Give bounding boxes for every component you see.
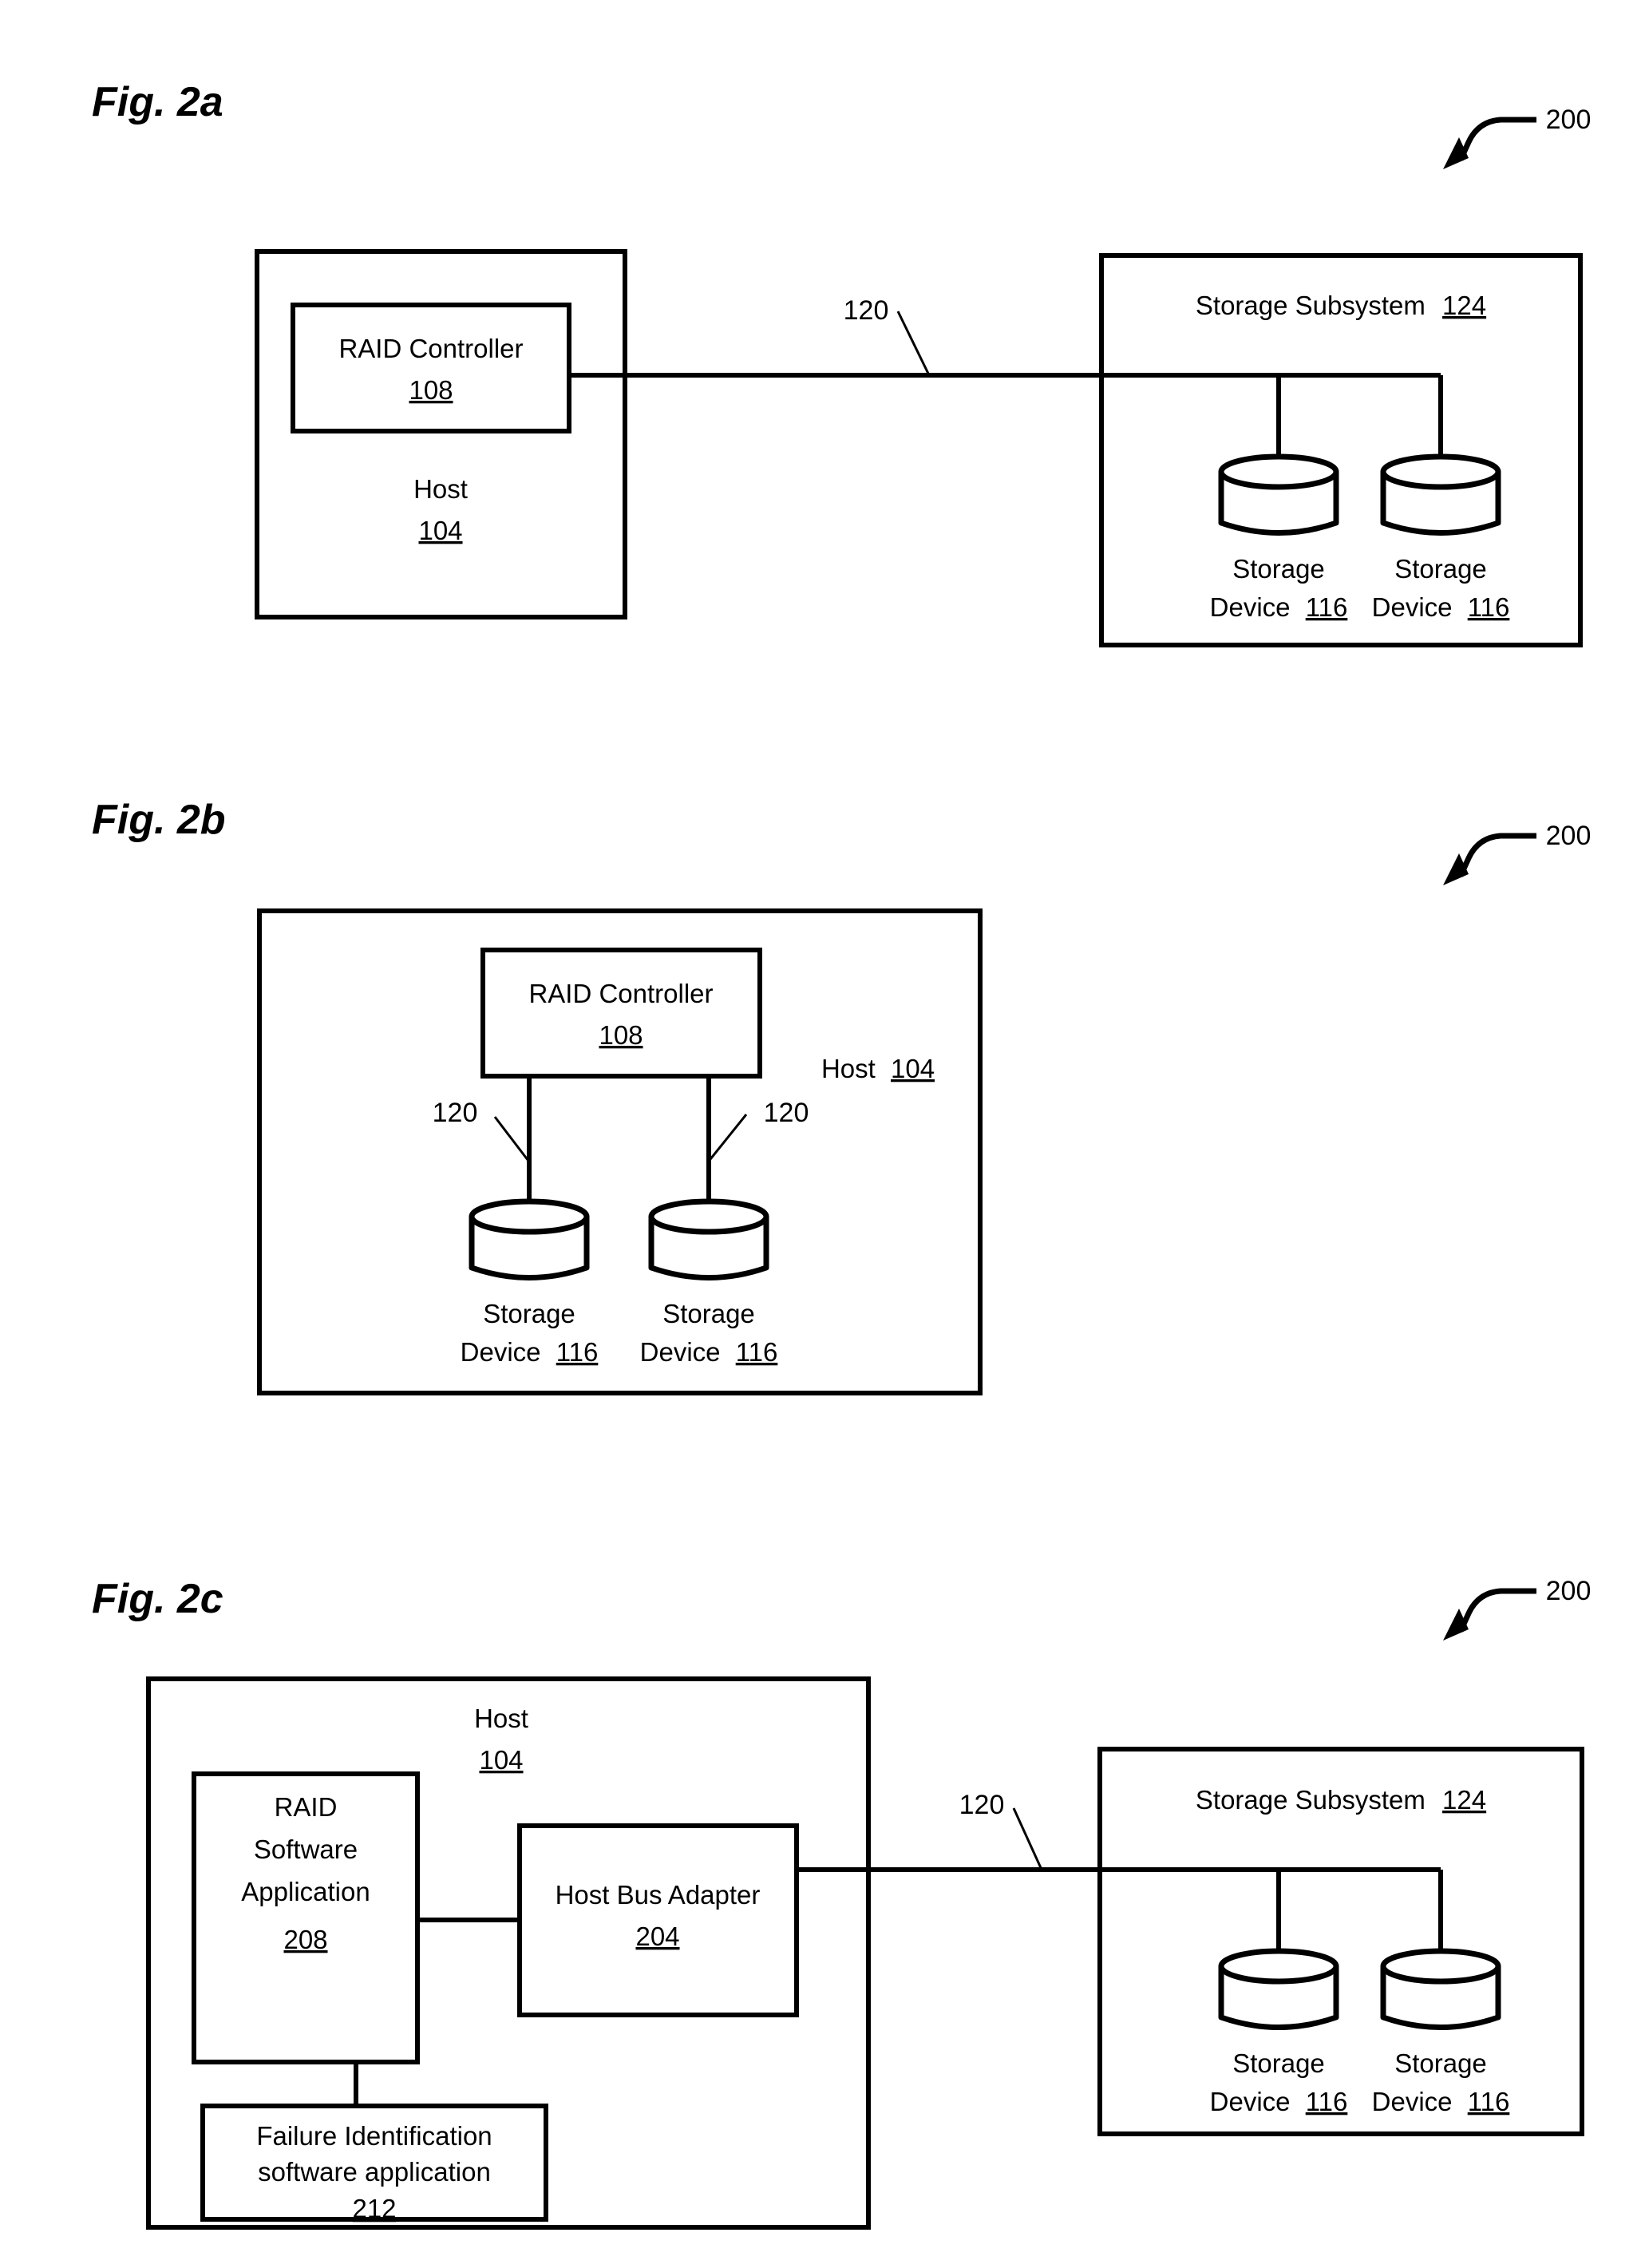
storage-subsystem-title-fig-2c: Storage Subsystem 124 bbox=[1196, 1785, 1486, 1815]
raid-controller-title-fig-2a: RAID Controller bbox=[338, 334, 523, 363]
storage-cylinder-top-icon bbox=[648, 1198, 769, 1235]
storage-device-2-line1-fig-2c: Storage bbox=[1394, 2048, 1487, 2078]
storage-device-2-line2-fig-2c: Device 116 bbox=[1372, 2087, 1510, 2116]
system-ref-200-callout-fig-2b: 200 bbox=[1443, 821, 1591, 885]
link-ref-120-1-fig-2b: 120 bbox=[433, 1098, 478, 1128]
host-bus-adapter-box-fig-2c bbox=[517, 1823, 799, 2017]
callout-arrow-line bbox=[1457, 117, 1536, 161]
host-ref-fig-2a: 104 bbox=[418, 516, 462, 545]
storage-cylinder-top-icon bbox=[1218, 1948, 1339, 1985]
callout-arrowhead-icon bbox=[1443, 1609, 1469, 1641]
patent-figure-sheet: Fig. 2a 200 RAID Controller 108 Host 104… bbox=[92, 79, 1591, 2230]
callout-arrow-line bbox=[1457, 833, 1536, 877]
figure-2b: Fig. 2b 200 RAID Controller 108 Host 104… bbox=[92, 797, 1591, 1395]
storage-cylinder-top-icon bbox=[1380, 1948, 1501, 1985]
storage-cylinder-top-icon bbox=[1380, 453, 1501, 490]
storage-device-1-line1-fig-2a: Storage bbox=[1232, 554, 1325, 584]
figure-2a: Fig. 2a 200 RAID Controller 108 Host 104… bbox=[92, 79, 1591, 647]
host-bus-adapter-title-fig-2c: Host Bus Adapter bbox=[556, 1880, 761, 1910]
figure-2b-label: Fig. 2b bbox=[92, 797, 226, 843]
storage-device-1-fig-2b: Storage Device 116 bbox=[461, 1198, 599, 1367]
system-ref-200-callout-fig-2c: 200 bbox=[1443, 1576, 1591, 1641]
raid-controller-ref-fig-2b: 108 bbox=[599, 1020, 643, 1050]
raid-software-application-line2-fig-2c: Software bbox=[254, 1835, 358, 1864]
storage-cylinder-top-icon bbox=[469, 1198, 590, 1235]
link-leader-2-fig-2b bbox=[709, 1114, 748, 1160]
link-ref-120-2-fig-2b: 120 bbox=[764, 1098, 809, 1128]
raid-controller-box-fig-2b bbox=[480, 948, 762, 1079]
system-ref-200-text: 200 bbox=[1546, 1576, 1592, 1606]
system-ref-200-callout-fig-2a: 200 bbox=[1443, 105, 1591, 169]
figure-2c: Fig. 2c 200 Host 104 RAID Software Appli… bbox=[92, 1576, 1591, 2230]
storage-device-2-line2-fig-2a: Device 116 bbox=[1372, 592, 1510, 622]
interconnect-leader-fig-2c bbox=[1012, 1807, 1043, 1870]
storage-device-2-fig-2b: Storage Device 116 bbox=[640, 1198, 778, 1367]
host-label-fig-2b: Host 104 bbox=[821, 1054, 935, 1083]
storage-subsystem-title-fig-2a: Storage Subsystem 124 bbox=[1196, 291, 1486, 320]
interconnect-leader-fig-2a bbox=[896, 311, 931, 378]
storage-device-1-line2-fig-2a: Device 116 bbox=[1210, 592, 1348, 622]
storage-device-1-line2-fig-2c: Device 116 bbox=[1210, 2087, 1348, 2116]
raid-software-application-ref-fig-2c: 208 bbox=[283, 1925, 327, 1954]
system-ref-200-text: 200 bbox=[1546, 105, 1592, 135]
figure-2c-label: Fig. 2c bbox=[92, 1576, 223, 1622]
host-title-fig-2a: Host bbox=[413, 474, 468, 504]
raid-controller-title-fig-2b: RAID Controller bbox=[528, 979, 713, 1008]
callout-arrowhead-icon bbox=[1443, 137, 1469, 169]
raid-controller-box-fig-2a bbox=[291, 303, 571, 433]
raid-controller-ref-fig-2a: 108 bbox=[409, 375, 453, 405]
storage-device-1-line2-fig-2b: Device 116 bbox=[461, 1337, 599, 1367]
interconnect-ref-120-fig-2c: 120 bbox=[959, 1790, 1005, 1820]
storage-device-1-line1-fig-2b: Storage bbox=[483, 1299, 575, 1328]
storage-device-2-fig-2c: Storage Device 116 bbox=[1372, 1948, 1510, 2116]
failure-identification-ref-fig-2c: 212 bbox=[352, 2194, 396, 2223]
storage-device-1-line1-fig-2c: Storage bbox=[1232, 2048, 1325, 2078]
host-bus-adapter-ref-fig-2c: 204 bbox=[635, 1922, 679, 1951]
raid-software-application-line1-fig-2c: RAID bbox=[275, 1792, 338, 1822]
failure-identification-line2-fig-2c: software application bbox=[258, 2157, 491, 2187]
link-leader-1-fig-2b bbox=[493, 1116, 532, 1165]
storage-device-1-fig-2a: Storage Device 116 bbox=[1210, 453, 1348, 622]
figure-2a-label: Fig. 2a bbox=[92, 79, 223, 125]
storage-device-2-fig-2a: Storage Device 116 bbox=[1372, 453, 1510, 622]
storage-device-2-line1-fig-2a: Storage bbox=[1394, 554, 1487, 584]
interconnect-ref-120-fig-2a: 120 bbox=[844, 295, 889, 326]
failure-identification-line1-fig-2c: Failure Identification bbox=[256, 2121, 492, 2151]
storage-cylinder-top-icon bbox=[1218, 453, 1339, 490]
host-title-fig-2c: Host bbox=[474, 1704, 528, 1733]
callout-arrow-line bbox=[1457, 1588, 1536, 1633]
callout-arrowhead-icon bbox=[1443, 853, 1469, 885]
storage-device-2-line1-fig-2b: Storage bbox=[662, 1299, 755, 1328]
host-ref-fig-2c: 104 bbox=[479, 1745, 523, 1775]
storage-device-1-fig-2c: Storage Device 116 bbox=[1210, 1948, 1348, 2116]
system-ref-200-text: 200 bbox=[1546, 821, 1592, 851]
storage-device-2-line2-fig-2b: Device 116 bbox=[640, 1337, 778, 1367]
raid-software-application-line3-fig-2c: Application bbox=[241, 1877, 370, 1906]
